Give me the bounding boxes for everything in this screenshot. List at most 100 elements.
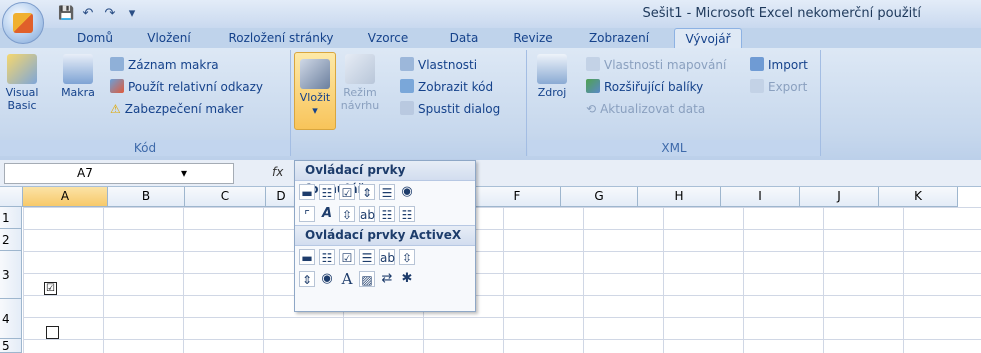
activex-check-box-icon[interactable]: ☑ <box>339 249 355 265</box>
select-all-corner[interactable] <box>0 187 23 207</box>
vlastnosti-mapovani-button[interactable]: Vlastnosti mapování <box>586 56 726 74</box>
office-button[interactable] <box>2 2 44 44</box>
customize-icon[interactable]: ▾ <box>124 6 140 22</box>
activex-text-box-icon[interactable]: ab <box>379 249 395 265</box>
title-bar: 💾 ↶ ↷ ▾ Sešit1 - Microsoft Excel nekomer… <box>0 0 981 28</box>
form-check-box-icon[interactable]: ☑ <box>339 184 355 200</box>
insert-controls-icon <box>300 59 330 89</box>
form-controls-row-2: ⌜ A ⇳ ab ☷ ☷ <box>295 203 475 225</box>
form-text-field-icon[interactable]: ab <box>359 206 375 222</box>
group-label-kod: Kód <box>0 140 290 156</box>
undo-icon[interactable]: ↶ <box>80 6 96 22</box>
column-header[interactable]: B <box>108 187 185 207</box>
activex-command-button-icon[interactable]: ▬ <box>299 249 315 265</box>
column-header[interactable]: I <box>721 187 800 207</box>
row-header[interactable]: 2 <box>0 229 22 251</box>
tab-revize[interactable]: Revize <box>508 28 558 48</box>
row-header[interactable]: 1 <box>0 207 22 229</box>
aktualizovat-data-button[interactable]: ⟲ Aktualizovat data <box>586 100 705 118</box>
name-box[interactable]: A7 ▾ <box>4 163 234 184</box>
row-header[interactable]: 3 <box>0 251 22 299</box>
zabezpeceni-maker-button[interactable]: ⚠ Zabezpečení maker <box>110 100 243 118</box>
form-option-button-icon[interactable]: ◉ <box>399 184 415 200</box>
activex-option-button-icon[interactable]: ◉ <box>319 271 335 287</box>
activex-combo-box-icon[interactable]: ☷ <box>319 249 335 265</box>
redo-icon[interactable]: ↷ <box>102 6 118 22</box>
design-mode-icon <box>345 54 375 84</box>
form-combo-drop-down-icon[interactable]: ☷ <box>399 206 415 222</box>
column-header[interactable]: D <box>266 187 297 207</box>
column-header[interactable]: C <box>185 187 266 207</box>
insert-controls-menu: Ovládací prvky formuláře ▬ ☷ ☑ ⇕ ☰ ◉ ⌜ A… <box>294 160 476 312</box>
tab-vyvojar[interactable]: Vývojář <box>674 28 742 50</box>
activex-controls-row-1: ▬ ☷ ☑ ☰ ab ⇳ <box>295 246 475 268</box>
activex-more-controls-icon[interactable]: ✱ <box>399 271 415 287</box>
form-group-box-icon[interactable]: ⌜ <box>299 206 315 222</box>
macros-icon <box>63 54 93 84</box>
activex-label-icon[interactable]: A <box>339 271 355 287</box>
row-header[interactable]: 4 <box>0 299 22 339</box>
activex-scroll-bar-icon[interactable]: ⇳ <box>399 249 415 265</box>
office-logo-icon <box>13 13 33 33</box>
export-button[interactable]: Export <box>750 78 807 96</box>
column-header[interactable]: K <box>879 187 958 207</box>
tab-domu[interactable]: Domů <box>70 28 120 48</box>
record-macro-icon <box>110 57 124 71</box>
column-header[interactable]: G <box>561 187 638 207</box>
activex-list-box-icon[interactable]: ☰ <box>359 249 375 265</box>
ribbon-tabs: Domů Vložení Rozložení stránky Vzorce Da… <box>0 28 981 50</box>
map-properties-icon <box>586 57 600 71</box>
form-button-icon[interactable]: ▬ <box>299 184 315 200</box>
zobrazit-kod-button[interactable]: Zobrazit kód <box>400 78 493 96</box>
view-code-icon <box>400 79 414 93</box>
column-header[interactable]: A <box>23 187 108 207</box>
group-xml: Zdroj Vlastnosti mapování Rozšiřující ba… <box>528 50 821 156</box>
checkbox-unchecked-a4[interactable] <box>46 326 59 339</box>
form-combo-box-icon[interactable]: ☷ <box>319 184 335 200</box>
form-spin-button-icon[interactable]: ⇕ <box>359 184 375 200</box>
form-list-box-icon[interactable]: ☰ <box>379 184 395 200</box>
zdroj-button[interactable]: Zdroj <box>534 54 570 99</box>
vlastnosti-button[interactable]: Vlastnosti <box>400 56 477 74</box>
dropdown-arrow-icon: ▾ <box>312 104 318 117</box>
run-dialog-icon <box>400 101 414 115</box>
export-icon <box>750 79 764 93</box>
tab-zobrazeni[interactable]: Zobrazení <box>580 28 658 48</box>
form-combo-list-edit-icon[interactable]: ☷ <box>379 206 395 222</box>
tab-vlozeni[interactable]: Vložení <box>138 28 200 48</box>
row-header[interactable]: 5 <box>0 339 22 353</box>
import-button[interactable]: Import <box>750 56 808 74</box>
visual-basic-button[interactable]: Visual Basic <box>0 54 44 112</box>
column-header[interactable]: F <box>474 187 561 207</box>
tab-rozlozeni-stranky[interactable]: Rozložení stránky <box>222 28 340 48</box>
worksheet-grid[interactable] <box>23 207 981 353</box>
column-header[interactable]: H <box>638 187 721 207</box>
relativni-odkazy-button[interactable]: Použít relativní odkazy <box>110 78 263 96</box>
properties-icon <box>400 57 414 71</box>
activex-controls-row-2: ⇕ ◉ A ▨ ⇄ ✱ <box>295 268 475 290</box>
activex-spin-button-icon[interactable]: ⇕ <box>299 271 315 287</box>
spustit-dialog-button[interactable]: Spustit dialog <box>400 100 500 118</box>
activex-toggle-button-icon[interactable]: ⇄ <box>379 271 395 287</box>
form-scroll-bar-icon[interactable]: ⇳ <box>339 206 355 222</box>
activex-image-icon[interactable]: ▨ <box>359 271 375 287</box>
tab-data[interactable]: Data <box>440 28 488 48</box>
rozsirujici-baliky-button[interactable]: Rozšiřující balíky <box>586 78 703 96</box>
name-box-dropdown-icon[interactable]: ▾ <box>181 164 187 183</box>
vlozit-button[interactable]: Vložit ▾ <box>294 52 336 130</box>
fx-icon[interactable]: fx <box>272 165 283 179</box>
group-label-xml: XML <box>528 140 820 156</box>
column-header[interactable]: J <box>800 187 879 207</box>
form-label-icon[interactable]: A <box>319 206 335 222</box>
form-controls-header: Ovládací prvky formuláře <box>295 161 475 196</box>
ribbon: Visual Basic Makra Záznam makra Použít r… <box>0 48 981 161</box>
refresh-data-icon: ⟲ <box>586 102 597 116</box>
zaznam-makra-button[interactable]: Záznam makra <box>110 56 219 74</box>
checkbox-checked-a3[interactable]: ☑ <box>44 282 57 295</box>
save-icon[interactable]: 💾 <box>58 6 74 22</box>
makra-button[interactable]: Makra <box>58 54 98 99</box>
rezim-navrhu-button[interactable]: Režim návrhu <box>338 54 382 112</box>
tab-vzorce[interactable]: Vzorce <box>362 28 414 48</box>
activex-controls-header: Ovládací prvky ActiveX <box>295 225 475 246</box>
group-kod: Visual Basic Makra Záznam makra Použít r… <box>0 50 291 156</box>
